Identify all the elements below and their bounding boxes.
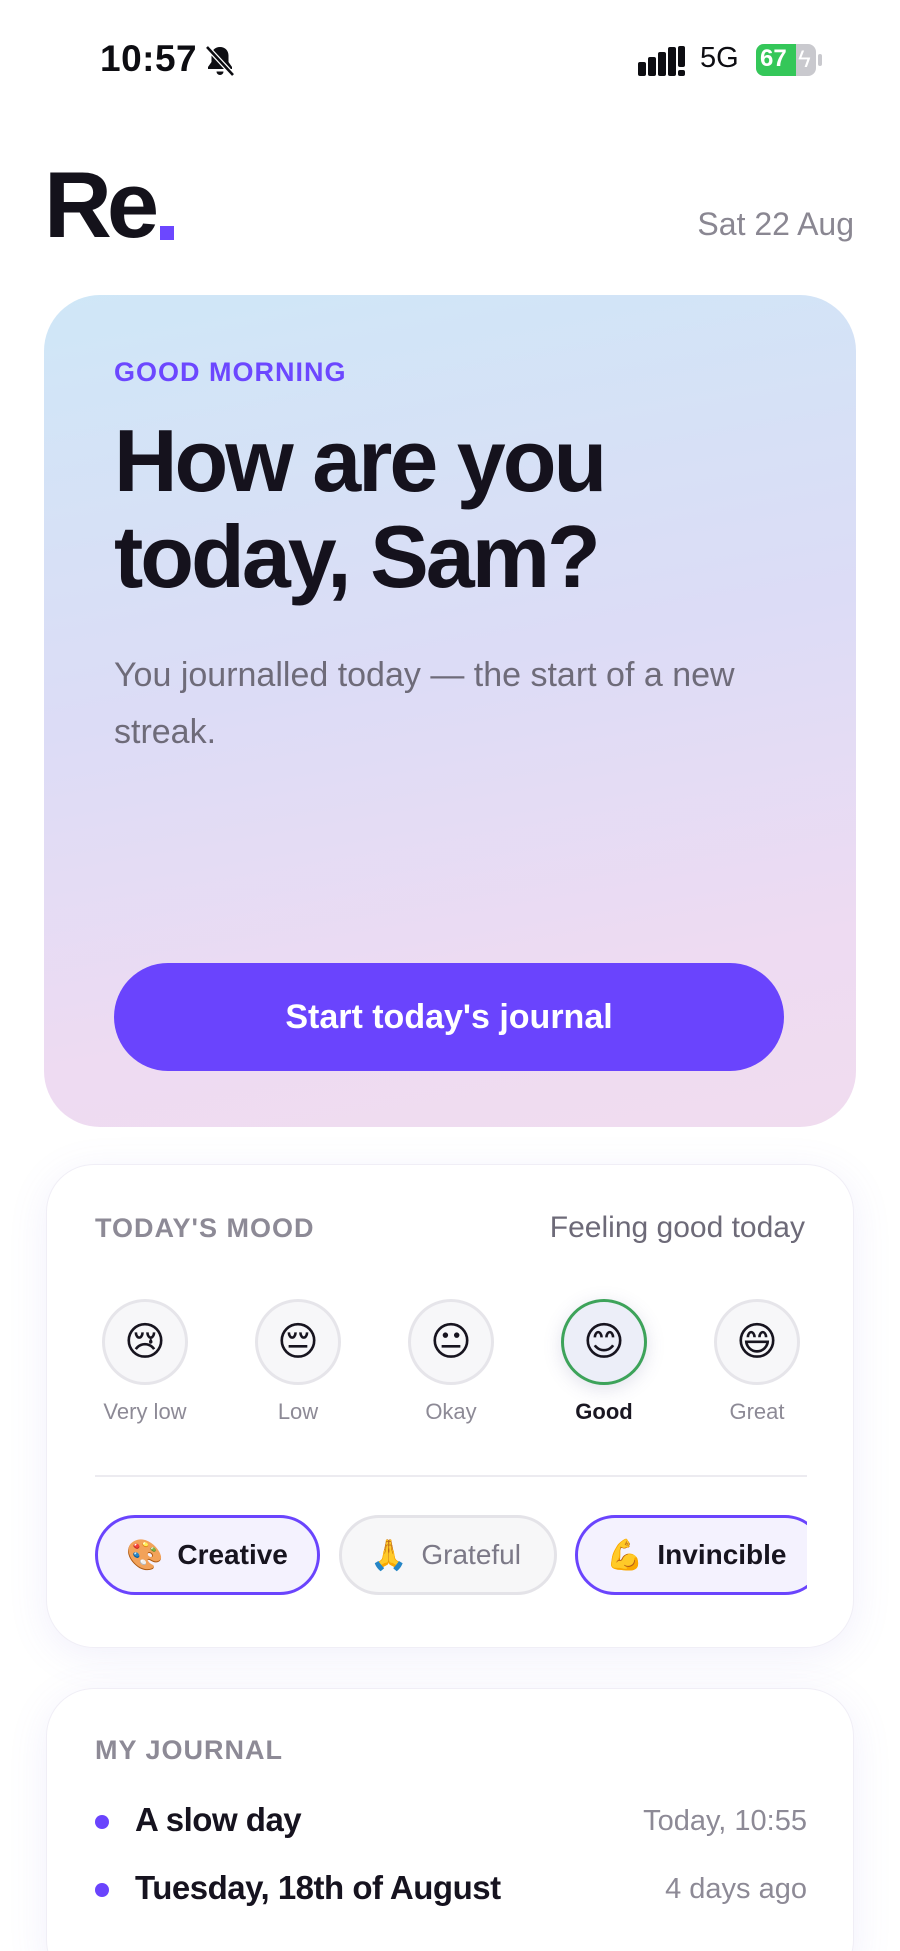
journal-entry-time: Today, 10:55 [643, 1805, 807, 1837]
bell-slash-icon [205, 45, 235, 77]
mood-status: Feeling good today [549, 1211, 805, 1244]
tag-label: Invincible [657, 1539, 787, 1570]
tag-label: Grateful [421, 1539, 521, 1570]
journal-entry[interactable]: A slow day Today, 10:55 [95, 1797, 807, 1847]
mood-option-label: Good [575, 1399, 633, 1424]
mood-option-label: Great [729, 1399, 785, 1424]
greeting-title: How are you today, Sam? [114, 411, 607, 606]
pensive-face-icon: 😔 [255, 1299, 341, 1385]
status-bar: 10:57 5G 67 ϟ [0, 0, 900, 120]
journal-section-label: MY JOURNAL [95, 1735, 284, 1765]
grinning-face-icon: 😄 [714, 1299, 800, 1385]
logo-dot [160, 226, 174, 240]
journal-entry[interactable]: Tuesday, 18th of August 4 days ago [95, 1865, 807, 1915]
mood-option-label: Low [277, 1399, 319, 1424]
mood-option-great[interactable]: 😄 Great [707, 1299, 807, 1425]
battery-charging-icon: 67 ϟ [756, 44, 822, 76]
journal-card: MY JOURNAL A slow day Today, 10:55 Tuesd… [46, 1688, 854, 1951]
tag-label: Creative [177, 1539, 288, 1570]
greeting-label: GOOD MORNING [114, 357, 347, 387]
mood-option-low[interactable]: 😔 Low [248, 1299, 348, 1425]
network-type: 5G [700, 42, 739, 74]
neutral-face-icon: 😐 [408, 1299, 494, 1385]
divider [95, 1475, 807, 1477]
tag-invincible[interactable]: 💪 Invincible [575, 1515, 807, 1595]
folded-hands-icon: 🙏 [370, 1538, 408, 1572]
journal-entry-title: Tuesday, 18th of August [135, 1869, 501, 1906]
flexed-biceps-icon: 💪 [606, 1538, 644, 1572]
app-logo: Re [44, 152, 159, 257]
mood-option-label: Very low [103, 1399, 187, 1424]
mood-option-very-low[interactable]: 😢 Very low [95, 1299, 195, 1425]
bullet-icon [95, 1815, 109, 1829]
crying-face-icon: 😢 [102, 1299, 188, 1385]
header-date: Sat 22 Aug [697, 206, 854, 242]
mood-card: TODAY'S MOOD Feeling good today 😢 Very l… [46, 1164, 854, 1648]
mood-tag-list: 🎨 Creative 🙏 Grateful 💪 Invincible [95, 1515, 807, 1599]
tag-creative[interactable]: 🎨 Creative [95, 1515, 320, 1595]
start-journal-button[interactable]: Start today's journal [114, 963, 784, 1071]
journal-entry-title: A slow day [135, 1801, 302, 1838]
mood-option-good[interactable]: 😊 Good [554, 1299, 654, 1425]
greeting-subtitle: You journalled today — the start of a ne… [114, 656, 735, 751]
status-time: 10:57 [100, 38, 198, 79]
bolt-icon: ϟ [798, 46, 811, 73]
bullet-icon [95, 1883, 109, 1897]
battery-percent: 67 [760, 45, 787, 72]
mood-option-okay[interactable]: 😐 Okay [401, 1299, 501, 1425]
tag-grateful[interactable]: 🙏 Grateful [339, 1515, 557, 1595]
signal-icon [638, 46, 685, 76]
mood-section-label: TODAY'S MOOD [95, 1213, 315, 1243]
journal-entry-time: 4 days ago [665, 1873, 807, 1905]
palette-icon: 🎨 [126, 1538, 164, 1572]
greeting-card: GOOD MORNING How are you today, Sam? You… [44, 295, 856, 1127]
mood-option-label: Okay [425, 1399, 477, 1424]
smiling-face-icon: 😊 [561, 1299, 647, 1385]
